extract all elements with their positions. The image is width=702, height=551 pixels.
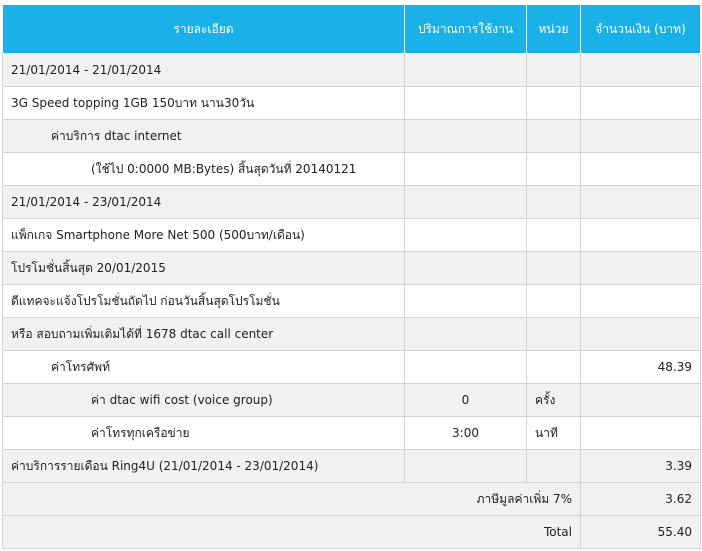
vat-amount: 3.62 <box>580 482 701 516</box>
row-description: 21/01/2014 - 21/01/2014 <box>2 53 405 87</box>
row-usage <box>404 317 527 351</box>
row-amount <box>580 284 701 318</box>
table-row: โปรโมชั่นสิ้นสุด 20/01/2015 <box>2 251 701 285</box>
table-row: ค่าบริการ dtac internet <box>2 119 701 153</box>
row-description: ค่าโทรศัพท์ <box>2 350 405 384</box>
row-usage <box>404 185 527 219</box>
row-usage <box>404 284 527 318</box>
table-header-row: รายละเอียด ปริมาณการใช้งาน หน่วย จำนวนเง… <box>2 4 701 54</box>
table-row: 21/01/2014 - 23/01/2014 <box>2 185 701 219</box>
row-amount <box>580 317 701 351</box>
table-row: ค่า dtac wifi cost (voice group) 0 ครั้ง <box>2 383 701 417</box>
table-row: 21/01/2014 - 21/01/2014 <box>2 53 701 87</box>
row-usage <box>404 152 527 186</box>
row-description: 21/01/2014 - 23/01/2014 <box>2 185 405 219</box>
row-usage: 0 <box>404 383 527 417</box>
vat-label: ภาษีมูลค่าเพิ่ม 7% <box>2 482 581 516</box>
row-unit <box>526 185 581 219</box>
row-description: แพ็กเกจ Smartphone More Net 500 (500บาท/… <box>2 218 405 252</box>
row-unit: นาที <box>526 416 581 450</box>
row-usage <box>404 449 527 483</box>
header-unit: หน่วย <box>526 4 581 54</box>
row-amount <box>580 152 701 186</box>
row-unit <box>526 53 581 87</box>
row-unit: ครั้ง <box>526 383 581 417</box>
row-unit <box>526 284 581 318</box>
row-amount: 3.39 <box>580 449 701 483</box>
table-row: ดีแทคจะแจ้งโปรโมชั่นถัดไป ก่อนวันสิ้นสุด… <box>2 284 701 318</box>
row-amount: 48.39 <box>580 350 701 384</box>
table-row: หรือ สอบถามเพิ่มเติมได้ที่ 1678 dtac cal… <box>2 317 701 351</box>
row-usage <box>404 350 527 384</box>
row-amount <box>580 383 701 417</box>
row-usage <box>404 251 527 285</box>
row-unit <box>526 119 581 153</box>
row-description: 3G Speed topping 1GB 150บาท นาน30วัน <box>2 86 405 120</box>
row-amount <box>580 53 701 87</box>
header-usage: ปริมาณการใช้งาน <box>404 4 527 54</box>
row-amount <box>580 119 701 153</box>
row-unit <box>526 218 581 252</box>
row-usage: 3:00 <box>404 416 527 450</box>
row-description: โปรโมชั่นสิ้นสุด 20/01/2015 <box>2 251 405 285</box>
row-description: ค่าบริการ dtac internet <box>2 119 405 153</box>
header-description: รายละเอียด <box>2 4 405 54</box>
table-row: ค่าบริการรายเดือน Ring4U (21/01/2014 - 2… <box>2 449 701 483</box>
row-unit <box>526 251 581 285</box>
table-row: ค่าโทรศัพท์ 48.39 <box>2 350 701 384</box>
table-row: 3G Speed topping 1GB 150บาท นาน30วัน <box>2 86 701 120</box>
row-unit <box>526 449 581 483</box>
row-description: หรือ สอบถามเพิ่มเติมได้ที่ 1678 dtac cal… <box>2 317 405 351</box>
vat-row: ภาษีมูลค่าเพิ่ม 7% 3.62 <box>2 482 701 516</box>
row-unit <box>526 86 581 120</box>
row-amount <box>580 251 701 285</box>
total-amount: 55.40 <box>580 515 701 549</box>
row-unit <box>526 152 581 186</box>
row-usage <box>404 86 527 120</box>
row-description: ค่าบริการรายเดือน Ring4U (21/01/2014 - 2… <box>2 449 405 483</box>
row-description: ค่าโทรทุกเครือข่าย <box>2 416 405 450</box>
table-row: (ใช้ไป 0:0000 MB:Bytes) สิ้นสุดวันที่ 20… <box>2 152 701 186</box>
row-unit <box>526 350 581 384</box>
row-usage <box>404 119 527 153</box>
total-row: Total 55.40 <box>2 515 701 549</box>
table-row: แพ็กเกจ Smartphone More Net 500 (500บาท/… <box>2 218 701 252</box>
row-amount <box>580 218 701 252</box>
table-row: ค่าโทรทุกเครือข่าย 3:00 นาที <box>2 416 701 450</box>
row-unit <box>526 317 581 351</box>
row-usage <box>404 218 527 252</box>
row-amount <box>580 416 701 450</box>
row-usage <box>404 53 527 87</box>
header-amount: จำนวนเงิน (บาท) <box>580 4 701 54</box>
row-amount <box>580 86 701 120</box>
row-description: ค่า dtac wifi cost (voice group) <box>2 383 405 417</box>
row-description: (ใช้ไป 0:0000 MB:Bytes) สิ้นสุดวันที่ 20… <box>2 152 405 186</box>
total-label: Total <box>2 515 581 549</box>
row-amount <box>580 185 701 219</box>
row-description: ดีแทคจะแจ้งโปรโมชั่นถัดไป ก่อนวันสิ้นสุด… <box>2 284 405 318</box>
bill-detail-table: รายละเอียด ปริมาณการใช้งาน หน่วย จำนวนเง… <box>2 4 701 549</box>
